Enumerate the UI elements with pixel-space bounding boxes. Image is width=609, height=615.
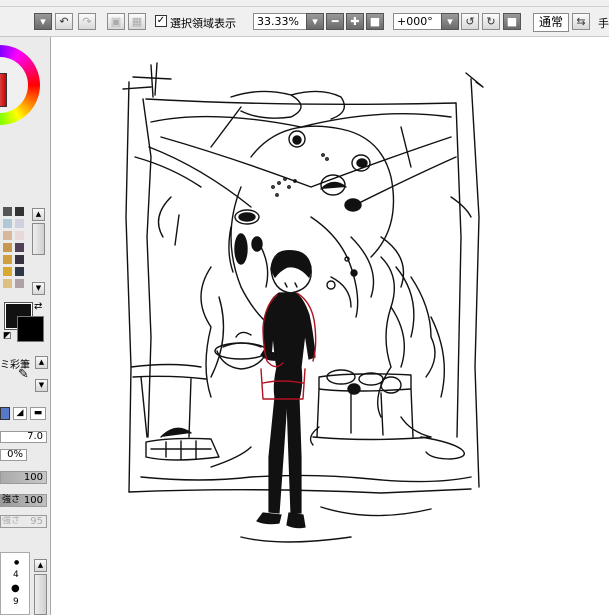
chevron-down-icon: ▾ [40, 15, 46, 28]
swatch-scroll-down[interactable]: ▼ [32, 282, 45, 295]
toolbar-menu-button[interactable]: ▾ [34, 13, 52, 30]
blend-mode-button[interactable]: 通常 [533, 13, 570, 32]
brush-dot-icon: ● [11, 583, 20, 594]
strength-slider[interactable]: 強さ 100 [0, 494, 47, 507]
brush-shape-medium[interactable]: ◢ [13, 407, 27, 420]
toolbar: ▾ ↶ ↷ ▣ ▦ ✓ 選択領域表示 33.33% ▾ ━ ✚ ■ +000° … [0, 7, 609, 37]
brush-size-scroll-thumb[interactable] [34, 574, 47, 615]
brush-size-option[interactable]: 9 [13, 597, 19, 607]
rotate-right-icon: ↻ [486, 15, 496, 28]
rotation-field[interactable]: +000° [393, 13, 443, 30]
swatch[interactable] [15, 243, 24, 252]
swatch[interactable] [15, 279, 24, 288]
brush-list-up[interactable]: ▲ [35, 356, 48, 369]
swatch[interactable] [15, 267, 24, 276]
chevron-down-icon: ▾ [447, 15, 453, 28]
swatch[interactable] [3, 231, 12, 240]
brush-size-option[interactable]: 4 [13, 570, 19, 580]
drawing-canvas[interactable] [51, 37, 609, 615]
brush-shape-icon: ◢ [16, 408, 24, 418]
swatch[interactable] [3, 279, 12, 288]
swap-colors-icon[interactable]: ⇄ [34, 301, 42, 312]
selection-show-checkbox[interactable]: ✓ [155, 15, 167, 27]
minus-icon: ━ [331, 15, 339, 28]
menu-bar [0, 0, 609, 7]
swatch[interactable] [3, 219, 12, 228]
chevron-up-icon: ▲ [35, 210, 42, 218]
swatch[interactable] [15, 219, 24, 228]
flip-icon: ⇆ [576, 15, 586, 28]
eyedropper-icon[interactable]: ✎ [18, 367, 29, 382]
zoom-in-button[interactable]: ✚ [346, 13, 364, 30]
check-icon: ✓ [156, 15, 166, 26]
left-panel: ▲ ▼ ⇄ ◩ ミ彩筆 ✎ ▲ ▼ ◢ ▬ 7.0 0% 100 強さ 100 … [0, 37, 51, 615]
brush-density-field[interactable]: 0% [0, 449, 27, 461]
brush-size-list[interactable]: ● 4 ● 9 [0, 552, 30, 615]
zoom-dropdown-button[interactable]: ▾ [306, 13, 324, 30]
rotation-reset-button[interactable]: ■ [503, 13, 521, 30]
rotation-value: +000° [397, 15, 433, 28]
sketch-artwork [122, 62, 484, 543]
zoom-reset-button[interactable]: ■ [366, 13, 384, 30]
opacity-slider[interactable]: 100 [0, 471, 47, 484]
redo-icon: ↷ [82, 15, 92, 28]
zoom-value: 33.33% [257, 15, 299, 28]
brush-dot-icon: ● [14, 559, 20, 566]
strength-slider-label: 強さ [2, 495, 21, 505]
swatch-scroll-up[interactable]: ▲ [32, 208, 45, 221]
brush-list-down[interactable]: ▼ [35, 379, 48, 392]
chevron-down-icon: ▼ [35, 284, 42, 292]
rotation-dropdown-button[interactable]: ▾ [441, 13, 459, 30]
undo-button[interactable]: ↶ [55, 13, 73, 30]
deselect-icon: ▣ [110, 15, 122, 28]
plus-icon: ✚ [350, 15, 360, 28]
brush-shape-hard[interactable] [0, 407, 10, 420]
grid-icon: ▦ [131, 15, 143, 28]
brush-shape-soft[interactable]: ▬ [30, 407, 46, 420]
zoom-out-button[interactable]: ━ [326, 13, 344, 30]
square-icon: ■ [369, 15, 381, 28]
swatch-scroll-thumb[interactable] [32, 223, 45, 255]
swatch[interactable] [15, 207, 24, 216]
chevron-up-icon: ▲ [37, 561, 44, 569]
disabled-slider-label: 強さ [2, 516, 21, 526]
reset-colors-icon[interactable]: ◩ [3, 331, 12, 341]
swatch[interactable] [3, 243, 12, 252]
swatch[interactable] [3, 267, 12, 276]
strength-slider-disabled[interactable]: 強さ 95 [0, 515, 47, 528]
chevron-up-icon: ▲ [38, 358, 45, 366]
deselect-button[interactable]: ▣ [107, 13, 125, 30]
background-color[interactable] [17, 316, 44, 342]
undo-icon: ↶ [59, 15, 69, 28]
swatch[interactable] [3, 207, 12, 216]
brush-size-scroll-up[interactable]: ▲ [34, 559, 47, 572]
redo-button[interactable]: ↷ [78, 13, 96, 30]
chevron-down-icon: ▾ [312, 15, 318, 28]
brush-size-field[interactable]: 7.0 [0, 431, 47, 443]
zoom-field[interactable]: 33.33% [253, 13, 309, 30]
selection-show-label: 選択領域表示 [170, 17, 236, 30]
strength-slider-value: 100 [23, 495, 43, 506]
rotate-right-button[interactable]: ↻ [482, 13, 500, 30]
square-icon: ■ [506, 15, 518, 28]
invert-selection-button[interactable]: ▦ [128, 13, 146, 30]
chevron-down-icon: ▼ [38, 381, 45, 389]
rotate-left-icon: ↺ [465, 15, 475, 28]
truncated-toolbar-label: 手 [598, 17, 609, 30]
brush-shape-icon: ▬ [33, 408, 43, 418]
rotate-left-button[interactable]: ↺ [461, 13, 479, 30]
swatch[interactable] [15, 231, 24, 240]
swatch[interactable] [15, 255, 24, 264]
flip-button[interactable]: ⇆ [572, 13, 590, 30]
saturation-square[interactable] [0, 73, 7, 107]
disabled-slider-value: 95 [30, 516, 43, 527]
swatch[interactable] [3, 255, 12, 264]
